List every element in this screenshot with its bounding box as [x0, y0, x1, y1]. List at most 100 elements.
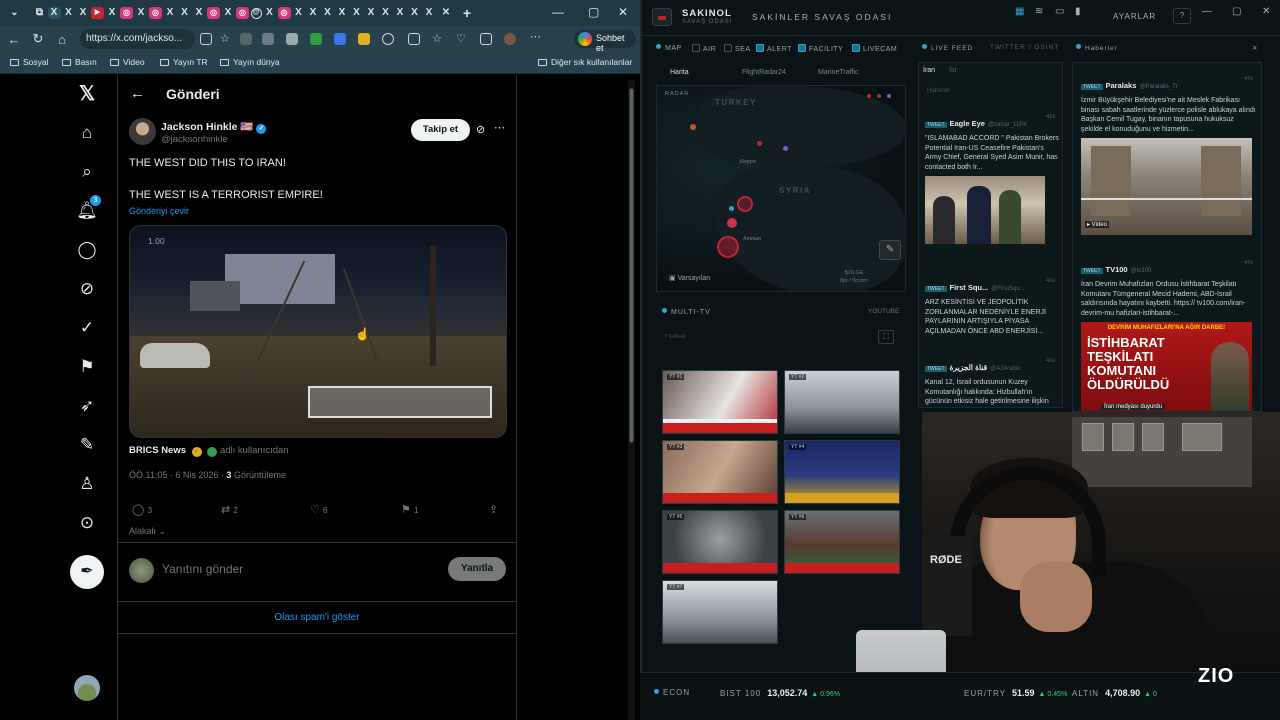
feed-subtab[interactable]: Haberler [927, 88, 950, 94]
filter-facility[interactable]: FACILITY [798, 44, 843, 53]
author-name[interactable]: Jackson Hinkle 🇺🇸 ✓ [161, 120, 267, 134]
tv-channel-4[interactable]: YT #4 [784, 440, 900, 504]
tv-channel-2[interactable]: YT #2 [784, 370, 900, 434]
tab-marinetraffic[interactable]: MarineTraffic [818, 69, 858, 76]
tab-x[interactable]: X [307, 7, 320, 19]
back-icon[interactable]: ← [2, 32, 26, 47]
alert-marker[interactable] [737, 196, 753, 212]
help-button[interactable]: ? [1173, 8, 1191, 24]
feed-item[interactable]: TWEET Eagle Eye @zarrar_11PK 41s "ISLAMABAD… [925, 113, 1059, 244]
copilot-chat-button[interactable]: Sohbet et [574, 30, 636, 53]
profile-icon[interactable]: ♙ [76, 473, 98, 495]
tv-channel-3[interactable]: YT #3 [662, 440, 778, 504]
notifications-icon[interactable]: 🔔︎ 3 [76, 195, 101, 222]
new-tab-icon[interactable]: + [461, 6, 474, 20]
other-bookmarks[interactable]: Diğer sık kullanılanlar [538, 57, 632, 67]
feed-tab-israel[interactable]: İsr [949, 67, 957, 74]
workspaces-icon[interactable]: ⧉ [33, 7, 46, 19]
facility-marker[interactable] [757, 141, 762, 146]
extension-icon[interactable] [310, 33, 322, 45]
minimize-icon[interactable]: — [1202, 6, 1212, 17]
facility-marker[interactable] [690, 124, 696, 130]
favorite-icon[interactable]: ☆ [220, 33, 232, 45]
bookmark-folder[interactable]: Video [110, 57, 145, 67]
tab-x[interactable]: X [77, 7, 90, 19]
follow-button[interactable]: Takip et [411, 119, 470, 141]
facility-marker[interactable] [783, 146, 788, 151]
tab-x[interactable]: X [379, 7, 392, 19]
author-handle[interactable]: @jacksonhinkle [161, 134, 228, 145]
reply-action[interactable]: ◯ 3 [132, 503, 152, 516]
feed-item[interactable]: TWEET First Squ... @FirstSqu... 41s ARZ KES… [925, 277, 1059, 336]
filter-livecam[interactable]: LIVECAM [852, 44, 897, 53]
browser-essentials-icon[interactable]: ♡ [456, 33, 468, 45]
show-spam-link[interactable]: Olası spam'i göster [118, 602, 516, 634]
tab-threads[interactable]: @ [250, 7, 262, 19]
close-window-icon[interactable]: ✕ [618, 5, 628, 19]
feed-image[interactable] [925, 176, 1045, 244]
jobs-icon[interactable]: ➶ [76, 395, 98, 417]
tab-x[interactable]: X [222, 7, 235, 19]
x-logo-icon[interactable]: 𝕏 [76, 83, 98, 105]
settings-more-icon[interactable]: ⋯ [530, 32, 542, 45]
tab-x[interactable]: X [350, 7, 363, 19]
tab-instagram[interactable]: ◎ [236, 7, 249, 19]
settings-button[interactable]: AYARLAR [1113, 12, 1156, 21]
feed-item[interactable]: TWEET قناة الجزيرة @AJArabic 41s Kanal 12, … [925, 357, 1059, 407]
alert-marker[interactable] [717, 236, 739, 258]
reader-icon[interactable] [200, 33, 212, 45]
author-avatar[interactable] [129, 118, 156, 145]
filter-map[interactable]: MAP [656, 44, 682, 52]
facility-marker[interactable] [729, 206, 734, 211]
collections-icon[interactable] [480, 33, 492, 45]
tab-instagram[interactable]: ◎ [207, 7, 220, 19]
bookmarks-icon[interactable]: ⚑ [76, 356, 98, 378]
compose-post-button[interactable]: ✒ [70, 555, 104, 589]
news-item[interactable]: TWEET TV100 @tv100 47s İran Devrim Muhafızl… [1081, 259, 1257, 411]
tab-instagram[interactable]: ◎ [277, 7, 291, 19]
extension-icon[interactable] [334, 33, 346, 45]
translate-link[interactable]: Gönderiyi çevir [129, 206, 189, 216]
tab-x[interactable]: X [178, 7, 191, 19]
map-preset[interactable]: ▣ Varsayılan [669, 274, 710, 282]
like-action[interactable]: ♡ 6 [310, 503, 328, 516]
close-panel-icon[interactable]: ✕ [1252, 44, 1258, 52]
alert-marker[interactable] [727, 218, 737, 228]
feed-view-icon[interactable]: ≋ [1035, 6, 1043, 17]
filter-air[interactable]: AIR [692, 44, 716, 53]
news-item[interactable]: TWEET Paralaks @Paralaks_Tr 47s İzmir Büyük… [1081, 75, 1257, 235]
tab-x[interactable]: X [365, 7, 378, 19]
tab-x[interactable]: X [292, 7, 305, 19]
maximize-icon[interactable]: ▢ [1232, 6, 1241, 17]
bookmark-folder[interactable]: Basın [62, 57, 97, 67]
repost-action[interactable]: ⇄ 2 [221, 503, 238, 516]
grok-icon[interactable]: ⊘ [76, 278, 98, 300]
map-view-icon[interactable]: ▦ [1015, 6, 1024, 17]
filter-alert[interactable]: ALERT [756, 44, 792, 53]
tab-instagram[interactable]: ◎ [120, 7, 133, 19]
extension-icon[interactable] [286, 33, 298, 45]
tab-menu-icon[interactable]: ⌄ [8, 7, 21, 19]
filter-sea[interactable]: SEA [724, 44, 751, 53]
tab-harita[interactable]: Harita [670, 69, 689, 76]
news-image[interactable]: DEVRİM MUHAFIZLARI'NA AĞIR DARBE! İSTİHB… [1081, 322, 1252, 411]
share-action[interactable]: ⇪ [489, 503, 501, 516]
account-avatar[interactable] [74, 675, 100, 701]
expand-icon[interactable]: ⛶ [878, 330, 894, 344]
bookmark-folder[interactable]: Yayın TR [160, 57, 208, 67]
tab-flightradar[interactable]: FlightRadar24 [742, 69, 786, 76]
back-arrow-icon[interactable]: ← [130, 85, 145, 102]
tab-x[interactable]: X [164, 7, 177, 19]
split-screen-icon[interactable] [408, 33, 420, 45]
home-icon[interactable]: ⌂ [50, 32, 74, 47]
tab-x[interactable]: X [423, 7, 436, 19]
grok-explain-icon[interactable]: ⊘ [476, 123, 485, 136]
tv-channel-1[interactable]: YT #1 [662, 370, 778, 434]
more-options-icon[interactable]: ⋯ [494, 121, 505, 134]
facility-marker[interactable] [877, 94, 881, 98]
search-icon[interactable]: ⌕ [76, 161, 98, 183]
scrollbar-thumb[interactable] [629, 88, 634, 443]
tab-x[interactable]: X [336, 7, 349, 19]
bookmark-folder[interactable]: Yayın dünya [220, 57, 280, 67]
articles-icon[interactable]: ✎ [76, 434, 98, 456]
